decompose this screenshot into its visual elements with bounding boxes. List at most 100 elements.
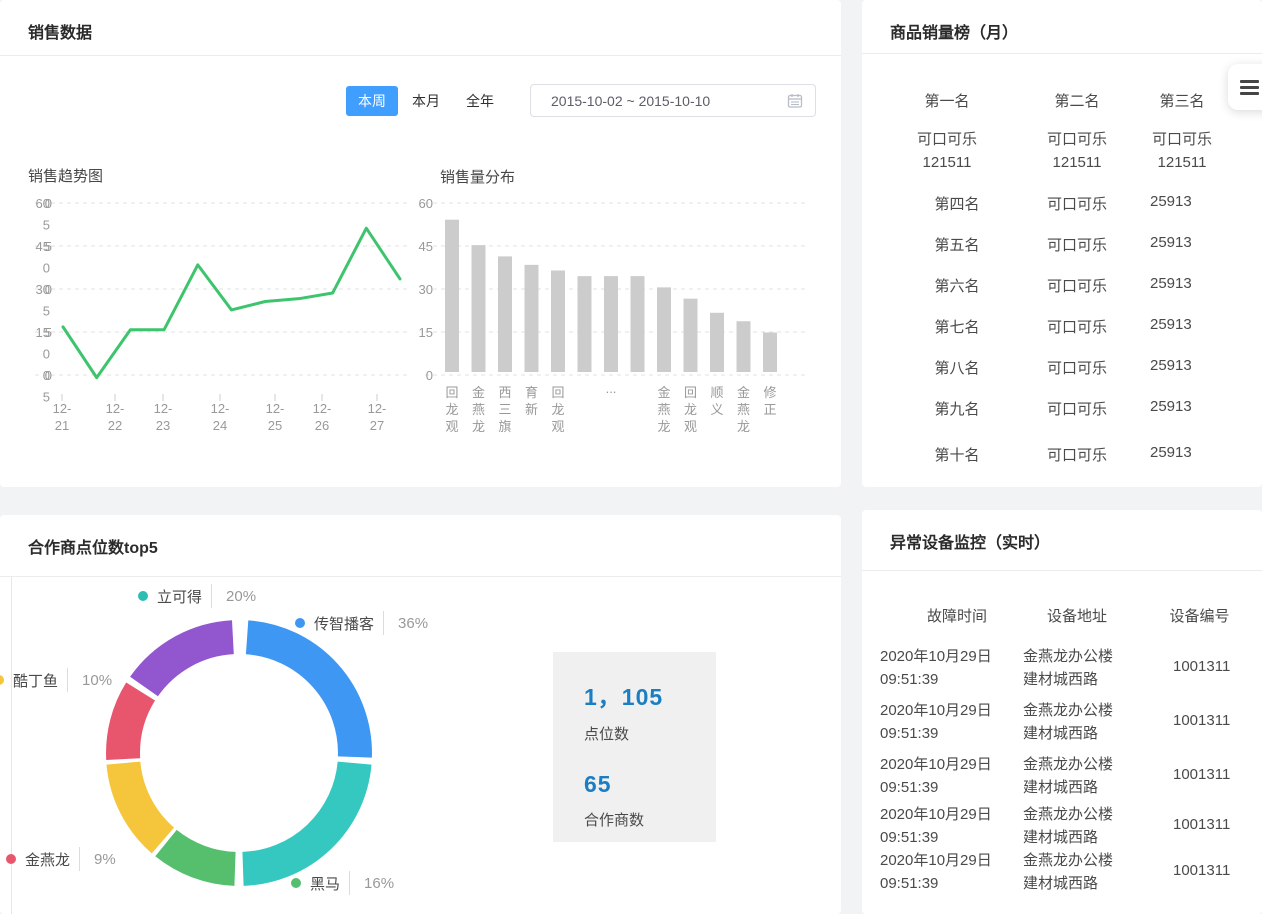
period-tab-3[interactable]: 全年 xyxy=(454,86,506,116)
rank-label: 第四名 xyxy=(902,193,1012,214)
donut-label-2: 传智播客 36% xyxy=(295,610,428,636)
settings-menu-button[interactable] xyxy=(1228,64,1262,110)
svg-text:新: 新 xyxy=(525,402,538,417)
svg-text:龙: 龙 xyxy=(737,419,750,434)
date-range-value: 2015-10-02 ~ 2015-10-10 xyxy=(551,93,787,109)
svg-text:燕: 燕 xyxy=(737,402,750,417)
divider xyxy=(0,55,841,56)
partners-panel-title: 合作商点位数top5 xyxy=(0,515,841,551)
svg-text:龙: 龙 xyxy=(445,402,458,417)
sales-panel-title: 销售数据 xyxy=(0,0,841,36)
svg-text:龙: 龙 xyxy=(657,419,670,434)
rank-label: 第八名 xyxy=(902,357,1012,378)
donut-label-name: 金燕龙 xyxy=(25,849,70,870)
partners-stats-box: 1，105 点位数 65 合作商数 xyxy=(553,652,716,842)
donut-label-percent: 9% xyxy=(94,851,116,868)
partners-count: 65 xyxy=(584,771,716,798)
svg-text:12-: 12- xyxy=(106,401,125,416)
rank-label: 第五名 xyxy=(902,234,1012,255)
device-address: 金燕龙办公楼建材城西路 xyxy=(1023,645,1153,691)
svg-text:30: 30 xyxy=(419,282,433,297)
svg-text:12-: 12- xyxy=(211,401,230,416)
product-rank-panel: 商品销量榜（月） 第一名第二名第三名可口可乐121511可口可乐121511可口… xyxy=(862,0,1262,487)
svg-text:15: 15 xyxy=(419,325,433,340)
device-address: 金燕龙办公楼建材城西路 xyxy=(1023,803,1153,849)
rank-product-value: 25913 xyxy=(1150,193,1192,210)
rank-top-value: 121511 xyxy=(882,154,1012,171)
rank-top-name: 可口可乐 xyxy=(1122,128,1242,149)
donut-label-3: 酷丁鱼10% xyxy=(0,667,112,693)
rank-product-value: 25913 xyxy=(1150,275,1192,292)
legend-dot-icon xyxy=(138,591,148,601)
donut-label-1: 立可得20% xyxy=(138,583,256,609)
col-header-device-address: 设备地址 xyxy=(1017,605,1137,626)
svg-text:5: 5 xyxy=(43,390,50,405)
donut-label-percent: 16% xyxy=(364,875,394,892)
rank-top-name: 可口可乐 xyxy=(882,128,1012,149)
label-divider xyxy=(67,668,68,692)
svg-text:修: 修 xyxy=(763,385,776,400)
sales-panel: 销售数据 本周本月全年 2015-10-02 ~ 2015-10-10 销售趋势… xyxy=(0,0,841,487)
legend-dot-icon xyxy=(291,878,301,888)
col-header-fault-time: 故障时间 xyxy=(902,605,1012,626)
date-range-picker[interactable]: 2015-10-02 ~ 2015-10-10 xyxy=(530,84,816,117)
svg-text:龙: 龙 xyxy=(551,402,564,417)
period-tabs: 本周本月全年 xyxy=(346,86,508,116)
svg-text:25: 25 xyxy=(268,418,282,433)
svg-text:育: 育 xyxy=(525,385,538,400)
svg-text:12-: 12- xyxy=(154,401,173,416)
svg-text:观: 观 xyxy=(445,419,458,434)
donut-label-percent: 20% xyxy=(226,588,256,605)
rank-product-name: 可口可乐 xyxy=(1012,316,1142,337)
rank-product-name: 可口可乐 xyxy=(1012,193,1142,214)
donut-label-percent: 36% xyxy=(398,615,428,632)
svg-text:45: 45 xyxy=(419,239,433,254)
rank-row: 第四名可口可乐 25913 xyxy=(862,193,1262,214)
svg-text:23: 23 xyxy=(156,418,170,433)
svg-text:回: 回 xyxy=(551,385,564,400)
points-count-label: 点位数 xyxy=(584,723,716,744)
svg-text:西: 西 xyxy=(498,385,511,400)
label-divider xyxy=(383,611,384,635)
rank-product-name: 可口可乐 xyxy=(1012,444,1142,465)
device-number: 1001311 xyxy=(1173,655,1230,678)
svg-text:燕: 燕 xyxy=(472,402,485,417)
dist-chart-title: 销售量分布 xyxy=(440,166,515,187)
divider xyxy=(0,576,841,577)
rank-row: 第十名可口可乐25913 xyxy=(862,444,1262,465)
rank-row: 第八名可口可乐25913 xyxy=(862,357,1262,378)
svg-text:30: 30 xyxy=(36,282,50,297)
rank-row: 第五名可口可乐25913 xyxy=(862,234,1262,255)
donut-label-5: 黑马 16% xyxy=(291,870,394,896)
rank-header-1: 第一名 xyxy=(882,90,1012,111)
rank-header-3: 第三名 xyxy=(1122,90,1242,111)
rank-label: 第七名 xyxy=(902,316,1012,337)
divider xyxy=(862,53,1262,54)
rank-product-name: 可口可乐 xyxy=(1012,357,1142,378)
sales-controls: 本周本月全年 2015-10-02 ~ 2015-10-10 xyxy=(346,84,816,117)
donut-label-percent: 10% xyxy=(82,672,112,689)
device-number: 1001311 xyxy=(1173,709,1230,732)
donut-label-4: 金燕龙 9% xyxy=(6,846,116,872)
calendar-icon xyxy=(787,93,803,109)
svg-text:12-: 12- xyxy=(368,401,387,416)
svg-text:5: 5 xyxy=(43,304,50,319)
device-number: 1001311 xyxy=(1173,763,1230,786)
legend-dot-icon xyxy=(6,854,16,864)
svg-text:金: 金 xyxy=(737,385,750,400)
period-tab-2[interactable]: 本月 xyxy=(400,86,452,116)
svg-text:回: 回 xyxy=(445,385,458,400)
device-number: 1001311 xyxy=(1173,859,1230,882)
rank-label: 第六名 xyxy=(902,275,1012,296)
svg-text:26: 26 xyxy=(315,418,329,433)
col-header-device-no: 设备编号 xyxy=(1147,605,1252,626)
rank-row: 第九名可口可乐25913 xyxy=(862,398,1262,419)
svg-text:龙: 龙 xyxy=(472,419,485,434)
period-tab-1[interactable]: 本周 xyxy=(346,86,398,116)
trend-chart-title: 销售趋势图 xyxy=(28,165,103,186)
donut-label-name: 黑马 xyxy=(310,873,340,894)
svg-text:5: 5 xyxy=(45,325,52,340)
svg-text:15: 15 xyxy=(36,325,50,340)
donut-label-name: 传智播客 xyxy=(314,613,374,634)
label-divider xyxy=(349,871,350,895)
